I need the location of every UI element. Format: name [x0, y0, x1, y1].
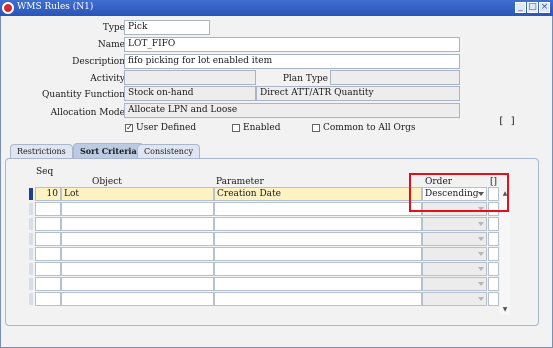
activity-field[interactable]	[124, 70, 256, 85]
quantity-function-label: Quantity Function	[42, 90, 125, 100]
user-defined-checkbox[interactable]: ✓	[125, 124, 133, 132]
parameter-cell[interactable]	[214, 262, 422, 276]
oracle-icon	[2, 2, 14, 14]
order-highlight-box	[409, 173, 509, 212]
parameter-header: Parameter	[216, 177, 264, 187]
descriptive-flexfield-button[interactable]: [ ]	[498, 116, 518, 131]
seq-cell[interactable]	[35, 247, 61, 261]
order-dropdown[interactable]	[422, 277, 487, 291]
seq-cell[interactable]	[35, 262, 61, 276]
row-indicator[interactable]	[29, 278, 33, 290]
plan-type-label: Plan Type	[282, 74, 328, 84]
row-indicator[interactable]	[29, 218, 33, 230]
common-to-all-orgs-label: Common to All Orgs	[323, 123, 416, 133]
close-icon[interactable]: ×	[539, 2, 550, 13]
row-indicator[interactable]	[29, 233, 33, 245]
tab-sort-criteria[interactable]: Sort Criteria	[73, 143, 144, 158]
description-field[interactable]: fifo picking for lot enabled item	[124, 54, 460, 69]
object-cell[interactable]	[61, 202, 214, 216]
seq-cell[interactable]: 10	[35, 187, 61, 201]
seq-header: Seq	[36, 167, 54, 177]
seq-cell[interactable]	[35, 202, 61, 216]
seq-cell[interactable]	[35, 292, 61, 306]
chevron-down-icon	[478, 222, 484, 226]
order-dropdown[interactable]	[422, 232, 487, 246]
row-indicator[interactable]	[29, 293, 33, 305]
seq-cell[interactable]	[35, 217, 61, 231]
object-cell[interactable]	[61, 217, 214, 231]
parameter-cell[interactable]: Creation Date	[214, 187, 422, 201]
seq-cell[interactable]	[35, 277, 61, 291]
name-label: Name	[97, 40, 125, 50]
object-header: Object	[92, 177, 122, 187]
order-dropdown[interactable]	[422, 247, 487, 261]
chevron-down-icon	[478, 297, 484, 301]
quantity-function-description: Direct ATT/ATR Quantity	[256, 86, 460, 101]
chevron-down-icon	[478, 282, 484, 286]
object-cell[interactable]	[61, 277, 214, 291]
row-indicator[interactable]	[29, 248, 33, 260]
enabled-label: Enabled	[243, 123, 281, 133]
activity-label: Activity	[90, 74, 125, 84]
flexfield-cell[interactable]	[488, 262, 499, 276]
parameter-cell[interactable]	[214, 247, 422, 261]
allocation-mode-field[interactable]: Allocate LPN and Loose	[124, 103, 460, 118]
row-indicator[interactable]	[29, 263, 33, 275]
type-field[interactable]: Pick	[124, 20, 210, 35]
parameter-cell[interactable]	[214, 202, 422, 216]
quantity-function-field[interactable]: Stock on-hand	[124, 86, 256, 101]
order-dropdown[interactable]	[422, 262, 487, 276]
minimize-icon[interactable]: _	[515, 2, 526, 13]
enabled-checkbox[interactable]	[232, 124, 240, 132]
scroll-down-icon[interactable]: ▼	[501, 307, 509, 313]
parameter-cell[interactable]	[214, 217, 422, 231]
row-indicator[interactable]	[29, 203, 33, 215]
object-cell[interactable]	[61, 262, 214, 276]
chevron-down-icon	[478, 252, 484, 256]
tab-consistency[interactable]: Consistency	[137, 144, 200, 158]
window-title: WMS Rules (N1)	[17, 2, 94, 12]
maximize-icon[interactable]: □	[527, 2, 538, 13]
common-to-all-orgs-checkbox[interactable]	[312, 124, 320, 132]
parameter-cell[interactable]	[214, 292, 422, 306]
allocation-mode-label: Allocation Mode	[50, 108, 125, 118]
order-dropdown[interactable]	[422, 292, 487, 306]
chevron-down-icon	[478, 237, 484, 241]
parameter-cell[interactable]	[214, 232, 422, 246]
object-cell[interactable]	[61, 232, 214, 246]
flexfield-cell[interactable]	[488, 247, 499, 261]
name-field[interactable]: LOT_FIFO	[124, 37, 460, 52]
row-indicator[interactable]	[29, 188, 33, 200]
user-defined-label: User Defined	[136, 123, 197, 133]
tab-restrictions[interactable]: Restrictions	[10, 144, 73, 158]
seq-cell[interactable]	[35, 232, 61, 246]
object-cell[interactable]	[61, 247, 214, 261]
flexfield-cell[interactable]	[488, 232, 499, 246]
chevron-down-icon	[478, 267, 484, 271]
object-cell[interactable]: Lot	[61, 187, 214, 201]
title-bar: WMS Rules (N1) _ □ ×	[0, 0, 553, 16]
flexfield-cell[interactable]	[488, 292, 499, 306]
flexfield-cell[interactable]	[488, 217, 499, 231]
order-dropdown[interactable]	[422, 217, 487, 231]
parameter-cell[interactable]	[214, 277, 422, 291]
plan-type-field[interactable]	[330, 70, 460, 85]
description-label: Description	[72, 57, 125, 67]
flexfield-cell[interactable]	[488, 277, 499, 291]
type-label: Type	[102, 23, 125, 33]
object-cell[interactable]	[61, 292, 214, 306]
